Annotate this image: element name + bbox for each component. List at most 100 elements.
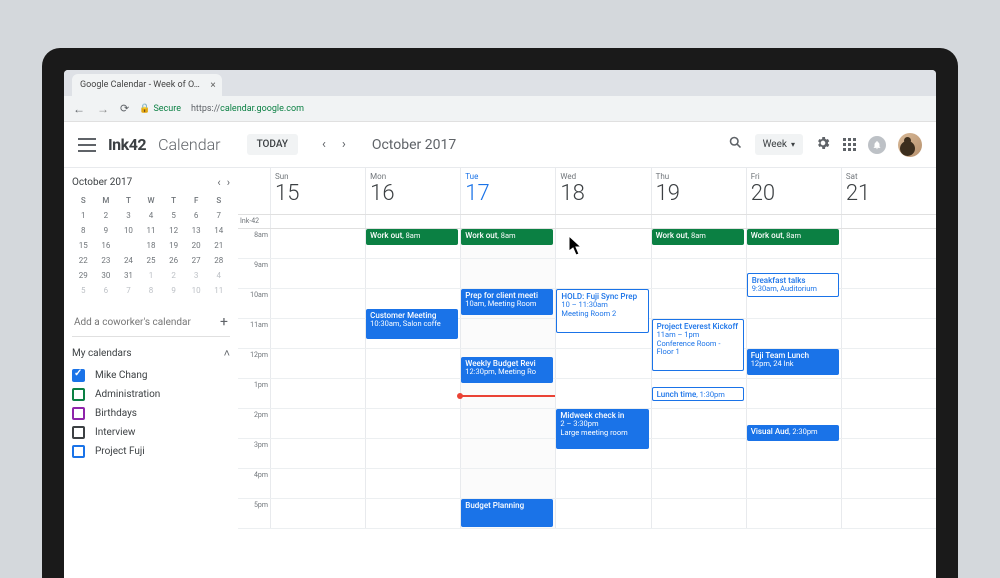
allday-label: Ink-42 [238,215,270,228]
calendar-event[interactable]: HOLD: Fuji Sync Prep10 – 11:30amMeeting … [556,289,648,333]
browser-tab[interactable]: Google Calendar - Week of O… × [72,74,222,96]
mini-cal-day[interactable]: 18 [140,238,163,253]
calendar-event[interactable]: Work out, 8am [747,229,839,245]
calendar-event[interactable]: Customer Meeting10:30am, Salon coffe [366,309,458,339]
mini-cal-prev-icon[interactable]: ‹ [217,176,220,189]
mini-cal-day[interactable]: 6 [95,283,118,298]
mini-cal-day[interactable]: 9 [95,223,118,238]
mini-cal-day[interactable]: 1 [140,268,163,283]
mini-cal-day[interactable]: 10 [185,283,208,298]
mini-cal-day[interactable]: 24 [117,253,140,268]
calendar-checkbox[interactable] [72,388,85,401]
mini-cal-day[interactable]: 14 [207,223,230,238]
url-display[interactable]: https://calendar.google.com [191,104,304,114]
mini-cal-day[interactable]: 15 [72,238,95,253]
menu-icon[interactable] [78,138,96,152]
prev-period-icon[interactable]: ‹ [318,135,330,154]
forward-icon[interactable]: → [96,102,110,116]
next-period-icon[interactable]: › [338,135,350,154]
calendar-event[interactable]: Prep for client meeti10am, Meeting Room [461,289,553,315]
user-avatar[interactable] [898,133,922,157]
calendar-event[interactable]: Budget Planning [461,499,553,527]
calendar-event[interactable]: Work out, 8am [652,229,744,245]
mini-cal-day[interactable]: 23 [95,253,118,268]
day-header[interactable]: Sat21 [841,168,936,214]
add-coworker-input[interactable] [74,317,214,328]
day-header[interactable]: Thu19 [651,168,746,214]
mini-cal-day[interactable]: 11 [140,223,163,238]
mini-cal-day[interactable]: 27 [185,253,208,268]
mini-cal-day[interactable]: 8 [72,223,95,238]
search-icon[interactable] [728,135,743,154]
mini-cal-day[interactable]: 21 [207,238,230,253]
mini-cal-day[interactable]: 12 [162,223,185,238]
mini-cal-day[interactable]: 13 [185,223,208,238]
mini-cal-day[interactable]: 4 [140,208,163,223]
mini-cal-day[interactable]: 2 [162,268,185,283]
plus-icon[interactable]: + [220,314,228,330]
calendar-event[interactable]: Midweek check in2 – 3:30pmLarge meeting … [556,409,648,449]
calendar-item[interactable]: Administration [72,385,230,404]
secure-indicator: 🔒 Secure [139,104,181,114]
notifications-icon[interactable] [868,136,886,154]
mini-cal-day[interactable]: 5 [72,283,95,298]
day-header[interactable]: Fri20 [746,168,841,214]
calendar-event[interactable]: Weekly Budget Revi12:30pm, Meeting Ro [461,357,553,383]
calendar-event[interactable]: Work out, 8am [366,229,458,245]
day-header[interactable]: Tue17 [460,168,555,214]
mini-cal-day[interactable]: 5 [162,208,185,223]
back-icon[interactable]: ← [72,102,86,116]
day-header[interactable]: Sun15 [270,168,365,214]
mini-cal-day[interactable]: 7 [207,208,230,223]
settings-icon[interactable] [815,135,831,155]
mini-cal-day[interactable]: 17 [117,238,140,253]
mini-cal-day[interactable]: 20 [185,238,208,253]
mini-cal-day[interactable]: 30 [95,268,118,283]
calendar-item[interactable]: Interview [72,423,230,442]
calendar-label: Project Fuji [95,446,145,457]
calendar-event[interactable]: Breakfast talks9:30am, Auditorium [747,273,839,297]
today-button[interactable]: TODAY [247,134,298,155]
mini-cal-day[interactable]: 6 [185,208,208,223]
close-icon[interactable]: × [210,80,215,91]
mini-cal-day[interactable]: 1 [72,208,95,223]
event-subtext: , 8am [402,231,420,240]
calendar-item[interactable]: Mike Chang [72,366,230,385]
mini-cal-day[interactable]: 16 [95,238,118,253]
mini-cal-day[interactable]: 4 [207,268,230,283]
mini-cal-day[interactable]: 29 [72,268,95,283]
mini-cal-day[interactable]: 19 [162,238,185,253]
mini-cal-day[interactable]: 31 [117,268,140,283]
mini-cal-day[interactable]: 28 [207,253,230,268]
calendar-event[interactable]: Lunch time, 1:30pm [652,387,744,401]
add-coworker-field[interactable]: + [72,308,230,337]
mini-cal-day[interactable]: 3 [117,208,140,223]
reload-icon[interactable]: ⟳ [120,102,129,115]
calendar-checkbox[interactable] [72,426,85,439]
calendar-item[interactable]: Project Fuji [72,442,230,461]
calendar-event[interactable]: Visual Aud, 2:30pm [747,425,839,441]
view-selector[interactable]: Week ▾ [755,134,803,155]
mini-cal-day[interactable]: 22 [72,253,95,268]
mini-cal-day[interactable]: 2 [95,208,118,223]
mini-cal-day[interactable]: 9 [162,283,185,298]
calendar-item[interactable]: Birthdays [72,404,230,423]
calendar-event[interactable]: Work out, 8am [461,229,553,245]
calendar-checkbox[interactable] [72,445,85,458]
calendar-event[interactable]: Project Everest Kickoff11am – 1pmConfere… [652,319,744,371]
mini-cal-next-icon[interactable]: › [227,176,230,189]
mini-cal-day[interactable]: 11 [207,283,230,298]
my-calendars-toggle[interactable]: My calendars ˄ [72,347,230,360]
mini-cal-day[interactable]: 25 [140,253,163,268]
calendar-checkbox[interactable] [72,407,85,420]
mini-cal-day[interactable]: 7 [117,283,140,298]
calendar-checkbox[interactable] [72,369,85,382]
day-header[interactable]: Wed18 [555,168,650,214]
day-header[interactable]: Mon16 [365,168,460,214]
apps-icon[interactable] [843,138,856,151]
mini-cal-day[interactable]: 26 [162,253,185,268]
mini-cal-day[interactable]: 10 [117,223,140,238]
calendar-event[interactable]: Fuji Team Lunch12pm, 24 Ink [747,349,839,375]
mini-cal-day[interactable]: 3 [185,268,208,283]
mini-cal-day[interactable]: 8 [140,283,163,298]
